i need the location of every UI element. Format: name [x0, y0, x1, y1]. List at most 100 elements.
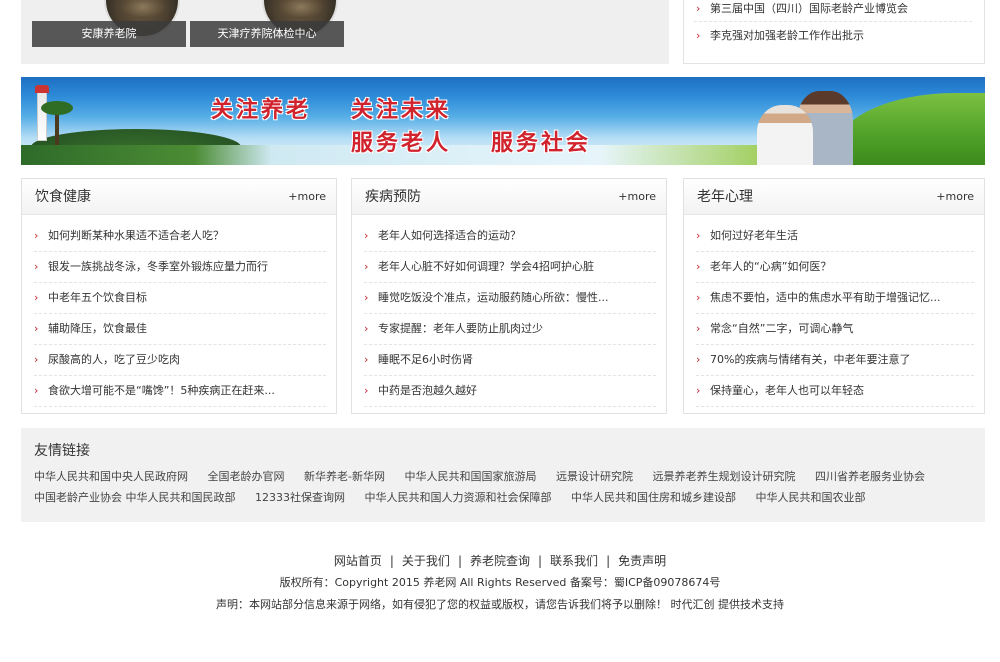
friend-link[interactable]: 全国老龄办官网: [208, 470, 301, 483]
article-link[interactable]: 保持童心，老年人也可以年轻态: [710, 384, 864, 397]
copyright-text: 版权所有：Copyright 2015 养老网 All Rights Reser…: [279, 576, 721, 589]
thumb-tianjin[interactable]: 天津疗养院体检中心: [190, 0, 344, 47]
article-link[interactable]: 中老年五个饮食目标: [48, 291, 147, 304]
article-link[interactable]: 银发一族挑战冬泳，冬季室外锻炼应量力而行: [48, 260, 268, 273]
article-link[interactable]: 辅助降压，饮食最佳: [48, 322, 147, 335]
list-item[interactable]: › 银发一族挑战冬泳，冬季室外锻炼应量力而行: [34, 252, 326, 283]
news-link[interactable]: 李克强对加强老龄工作作出批示: [710, 29, 864, 42]
friend-links-list: 中华人民共和国中央人民政府网 全国老龄办官网 新华养老-新华网 中华人民共和国国…: [34, 466, 973, 508]
person-graphic: [757, 105, 813, 165]
list-item[interactable]: › 辅助降压，饮食最佳: [34, 314, 326, 345]
banner-slogan: 服务社会: [491, 130, 592, 156]
arrow-icon: ›: [34, 229, 39, 242]
article-link[interactable]: 尿酸高的人，吃了豆少吃肉: [48, 353, 180, 366]
list-item[interactable]: › 睡觉吃饭没个准点，运动服药随心所欲：慢性...: [364, 283, 656, 314]
panel-header: 疾病预防 +more: [352, 179, 666, 215]
friend-link[interactable]: 12333社保查询网: [255, 491, 361, 504]
arrow-icon: ›: [34, 260, 39, 273]
friend-link[interactable]: 四川省养老服务业协会: [815, 470, 941, 483]
list-item[interactable]: › 食欲大增可能不是“嘴馋”！5种疾病正在赶来...: [34, 376, 326, 407]
article-link[interactable]: 专家提醒：老年人要防止肌肉过少: [378, 322, 543, 335]
article-link[interactable]: 70%的疾病与情绪有关，中老年要注意了: [710, 353, 910, 366]
article-link[interactable]: 焦虑不要怕，适中的焦虑水平有助于增强记忆...: [710, 291, 941, 304]
article-link[interactable]: 如何判断某种水果适不适合老人吃？: [48, 229, 224, 242]
list-item[interactable]: › 中药是否泡越久越好: [364, 376, 656, 407]
panel-diet-health: 饮食健康 +more › 如何判断某种水果适不适合老人吃？ › 银发一族挑战冬泳，冬…: [21, 178, 337, 414]
arrow-icon: ›: [696, 260, 701, 273]
footer-link-home[interactable]: 网站首页: [334, 554, 382, 568]
arrow-icon: ›: [696, 353, 701, 366]
list-item[interactable]: › 老年人如何选择适合的运动？: [364, 221, 656, 252]
panel-elderly-psychology: 老年心理 +more › 如何过好老年生活 › 老年人的“心病”如何医？ › 焦虑不要…: [683, 178, 985, 414]
list-item[interactable]: › 第三届中国（四川）国际老龄产业博览会: [694, 0, 972, 22]
friend-links-title: 友情链接: [34, 443, 90, 459]
list-item[interactable]: › 70%的疾病与情绪有关，中老年要注意了: [696, 345, 974, 376]
article-link[interactable]: 老年人心脏不好如何调理？学会4招呵护心脏: [378, 260, 594, 273]
list-item[interactable]: › 常念“自然”二字，可调心静气: [696, 314, 974, 345]
footer-link-contact[interactable]: 联系我们: [550, 554, 598, 568]
friend-link[interactable]: 远景设计研究院: [556, 470, 649, 483]
friend-link[interactable]: 中华人民共和国中央人民政府网: [34, 470, 204, 483]
list-item[interactable]: › 老年人心脏不好如何调理？学会4招呵护心脏: [364, 252, 656, 283]
article-link[interactable]: 睡觉吃饭没个准点，运动服药随心所欲：慢性...: [378, 291, 609, 304]
arrow-icon: ›: [696, 291, 701, 304]
panel-disease-prevention: 疾病预防 +more › 老年人如何选择适合的运动？ › 老年人心脏不好如何调理？学…: [351, 178, 667, 414]
arrow-icon: ›: [364, 291, 369, 304]
arrow-icon: ›: [696, 2, 701, 15]
article-link[interactable]: 常念“自然”二字，可调心静气: [710, 322, 853, 335]
more-link[interactable]: +more: [618, 179, 656, 215]
list-item[interactable]: › 专家提醒：老年人要防止肌肉过少: [364, 314, 656, 345]
list-item[interactable]: › 李克强对加强老龄工作作出批示: [694, 22, 972, 50]
more-link[interactable]: +more: [288, 179, 326, 215]
arrow-icon: ›: [34, 353, 39, 366]
arrow-icon: ›: [34, 322, 39, 335]
footer-link-search[interactable]: 养老院查询: [470, 554, 530, 568]
list-item[interactable]: › 焦虑不要怕，适中的焦虑水平有助于增强记忆...: [696, 283, 974, 314]
list-item[interactable]: › 保持童心，老年人也可以年轻态: [696, 376, 974, 407]
thumb-caption: 安康养老院: [32, 21, 186, 47]
friend-link[interactable]: 中华人民共和国人力资源和社会保障部: [365, 491, 568, 504]
list-item[interactable]: › 尿酸高的人，吃了豆少吃肉: [34, 345, 326, 376]
list-item[interactable]: › 睡眠不足6小时伤肾: [364, 345, 656, 376]
panel-header: 老年心理 +more: [684, 179, 984, 215]
article-link[interactable]: 食欲大增可能不是“嘴馋”！5种疾病正在赶来...: [48, 384, 275, 397]
article-link[interactable]: 如何过好老年生活: [710, 229, 798, 242]
panel-title: 饮食健康: [35, 189, 91, 205]
friend-link[interactable]: 远景养老养生规划设计研究院: [652, 470, 811, 483]
friend-link[interactable]: 中国老龄产业协会: [34, 491, 122, 504]
banner: 关注养老 关注未来 服务老人 服务社会: [21, 77, 985, 165]
featured-images: 安康养老院 天津疗养院体检中心: [21, 0, 669, 64]
friend-link[interactable]: 中华人民共和国农业部: [756, 491, 882, 504]
footer-separator: |: [389, 554, 394, 568]
friend-link[interactable]: 新华养老-新华网: [304, 470, 401, 483]
article-link[interactable]: 老年人的“心病”如何医？: [710, 260, 831, 273]
footer-separator: |: [457, 554, 462, 568]
list-item[interactable]: › 老年人的“心病”如何医？: [696, 252, 974, 283]
friend-link[interactable]: 中华人民共和国民政部: [126, 491, 252, 504]
list-item[interactable]: › 如何过好老年生活: [696, 221, 974, 252]
footer-nav: 网站首页 | 关于我们 | 养老院查询 | 联系我们 | 免责声明: [0, 550, 1000, 572]
friend-link[interactable]: 中华人民共和国住房和城乡建设部: [571, 491, 752, 504]
thumb-ankang[interactable]: 安康养老院: [32, 0, 186, 47]
footer-separator: |: [538, 554, 543, 568]
list-item[interactable]: › 如何判断某种水果适不适合老人吃？: [34, 221, 326, 252]
footer-link-disclaimer[interactable]: 免责声明: [618, 554, 666, 568]
footer-separator: |: [606, 554, 611, 568]
banner-slogan: 关注养老: [211, 97, 312, 123]
friend-link[interactable]: 中华人民共和国国家旅游局: [404, 470, 552, 483]
footer-link-about[interactable]: 关于我们: [402, 554, 450, 568]
news-link[interactable]: 第三届中国（四川）国际老龄产业博览会: [710, 2, 908, 15]
disclaimer-text: 声明：本网站部分信息来源于网络，如有侵犯了您的权益或版权，请您告诉我们将予以删除…: [216, 598, 784, 611]
thumb-caption: 天津疗养院体检中心: [190, 21, 344, 47]
article-link[interactable]: 睡眠不足6小时伤肾: [378, 353, 473, 366]
banner-slogan: 服务老人: [351, 130, 452, 156]
article-link[interactable]: 中药是否泡越久越好: [378, 384, 477, 397]
arrow-icon: ›: [696, 384, 701, 397]
more-link[interactable]: +more: [936, 179, 974, 215]
list-item[interactable]: › 中老年五个饮食目标: [34, 283, 326, 314]
article-link[interactable]: 老年人如何选择适合的运动？: [378, 229, 521, 242]
arrow-icon: ›: [34, 384, 39, 397]
arrow-icon: ›: [364, 260, 369, 273]
elderly-couple-graphic: [757, 83, 877, 165]
friend-links: 友情链接 中华人民共和国中央人民政府网 全国老龄办官网 新华养老-新华网 中华人…: [21, 428, 985, 522]
